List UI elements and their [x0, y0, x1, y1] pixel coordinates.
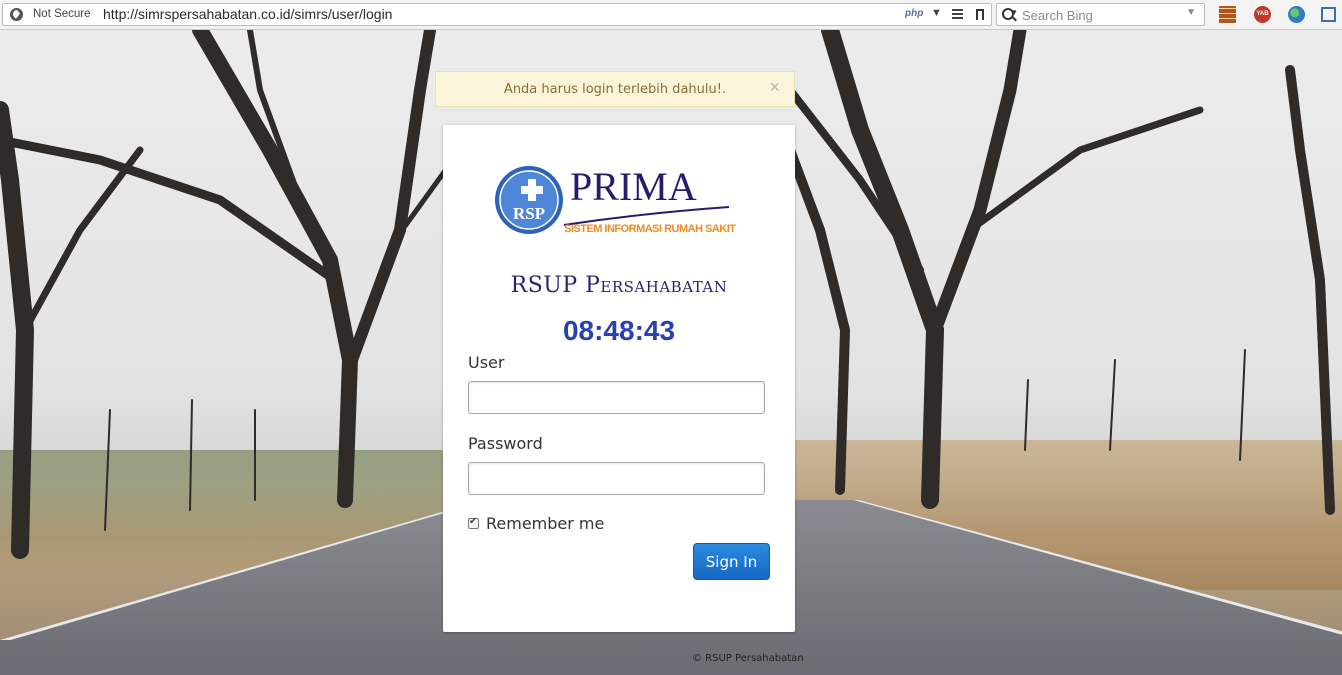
- earth-icon[interactable]: [1288, 6, 1305, 23]
- security-label[interactable]: Not Secure: [33, 8, 91, 20]
- globe-icon[interactable]: [10, 8, 23, 21]
- hospital-name: RSUP Persahabatan: [510, 273, 728, 298]
- user-label: User: [468, 353, 505, 372]
- remember-label[interactable]: Remember me: [486, 514, 604, 533]
- php-icon[interactable]: php: [905, 8, 923, 19]
- bricks-icon[interactable]: [1219, 6, 1236, 23]
- footer-copyright: © RSUP Persahabatan: [692, 653, 804, 664]
- prima-logo: RSP PRIMA SISTEM INFORMASI RUMAH SAKIT: [495, 165, 736, 235]
- search-engine-dropdown-icon[interactable]: ▾: [1012, 7, 1017, 18]
- logo-tagline: SISTEM INFORMASI RUMAH SAKIT: [564, 223, 736, 235]
- sign-in-button[interactable]: Sign In: [693, 543, 770, 580]
- password-input[interactable]: [468, 462, 765, 495]
- url-text[interactable]: http://simrspersahabatan.co.id/simrs/use…: [103, 6, 392, 22]
- browser-toolbar: Not Secure http://simrspersahabatan.co.i…: [0, 0, 1342, 30]
- address-bar[interactable]: Not Secure http://simrspersahabatan.co.i…: [2, 3, 992, 26]
- close-icon[interactable]: ×: [769, 77, 780, 98]
- search-go-icon[interactable]: ▼: [1186, 7, 1196, 18]
- clock: 08:48:43: [562, 315, 676, 346]
- search-bar[interactable]: ▾ Search Bing ▼: [996, 3, 1205, 26]
- logo-title: PRIMA: [570, 165, 697, 209]
- remember-checkbox[interactable]: [468, 516, 479, 529]
- user-input[interactable]: [468, 381, 765, 414]
- login-required-alert: Anda harus login terlebih dahulu!. ×: [435, 71, 795, 107]
- yab-icon[interactable]: YAB: [1254, 6, 1271, 23]
- reader-view-icon[interactable]: [952, 9, 963, 19]
- alert-message: Anda harus login terlebih dahulu!.: [503, 82, 727, 97]
- logo-badge: RSP: [513, 204, 545, 223]
- password-label: Password: [468, 434, 543, 453]
- dropdown-arrow-icon[interactable]: ▼: [931, 7, 942, 19]
- search-placeholder[interactable]: Search Bing: [1022, 8, 1093, 23]
- login-card: RSP PRIMA SISTEM INFORMASI RUMAH SAKIT R…: [443, 125, 795, 632]
- crop-icon[interactable]: [1321, 7, 1336, 22]
- bookmark-icon[interactable]: [976, 9, 984, 20]
